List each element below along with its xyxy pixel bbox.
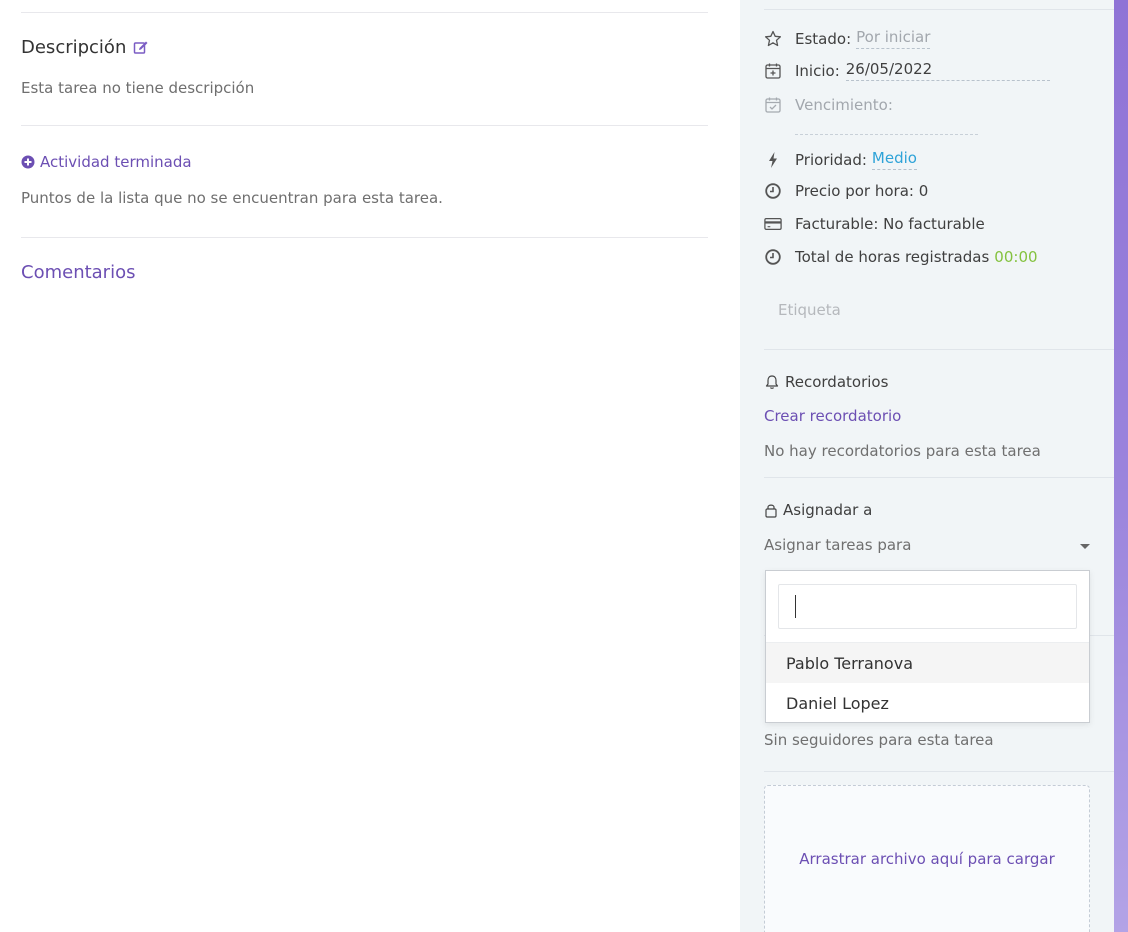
no-followers-text: Sin seguidores para esta tarea [764, 731, 994, 749]
reminders-heading: Recordatorios [764, 373, 888, 391]
description-text: Esta tarea no tiene descripción [21, 79, 255, 97]
status-row: Estado: Por iniciar [764, 28, 931, 49]
hourly-rate-text: Precio por hora: 0 [795, 182, 929, 200]
credit-card-icon [764, 215, 782, 233]
reminders-title: Recordatorios [785, 373, 889, 391]
due-label[interactable]: Vencimiento: [795, 96, 978, 135]
no-reminders-text: No hay recordatorios para esta tarea [764, 442, 1041, 460]
divider [21, 237, 708, 238]
text-cursor [795, 595, 796, 618]
billable-row: Facturable: No facturable [764, 215, 985, 233]
assign-heading: Asignadar a [764, 501, 872, 519]
task-main-panel: Descripción Esta tarea no tiene descripc… [0, 0, 740, 932]
divider [764, 771, 1114, 772]
total-hours-row: Total de horas registradas 00:00 [764, 248, 1038, 266]
lock-icon [764, 502, 778, 518]
divider [764, 477, 1114, 478]
assign-title: Asignadar a [783, 501, 873, 519]
divider [21, 12, 708, 13]
assignee-select-placeholder: Asignar tareas para [764, 536, 912, 554]
clock-icon [764, 182, 782, 200]
create-reminder-link[interactable]: Crear recordatorio [764, 407, 901, 425]
assignee-select[interactable]: Asignar tareas para [764, 536, 1090, 558]
star-icon [764, 30, 782, 48]
priority-label: Prioridad: [795, 150, 867, 169]
divider [764, 349, 1114, 350]
billable-text: Facturable: No facturable [795, 215, 985, 233]
dropdown-option[interactable]: Pablo Terranova [766, 643, 1089, 683]
description-heading: Descripción [21, 37, 149, 58]
calendar-check-icon [764, 96, 782, 114]
comments-link[interactable]: Comentarios [21, 262, 135, 283]
file-dropzone[interactable]: Arrastrar archivo aquí para cargar [764, 785, 1090, 932]
status-label: Estado: [795, 29, 852, 48]
activity-toggle[interactable]: Actividad terminada [21, 153, 192, 171]
clock-icon [764, 248, 782, 266]
plus-circle-icon [21, 155, 35, 169]
activity-title: Actividad terminada [40, 153, 192, 171]
description-title: Descripción [21, 37, 127, 58]
task-sidebar: Estado: Por iniciar Inicio: 26/05/2022 V… [740, 0, 1114, 932]
assignee-dropdown: Pablo Terranova Daniel Lopez [765, 570, 1090, 723]
tag-input[interactable]: Etiqueta [778, 301, 841, 319]
calendar-plus-icon [764, 62, 782, 80]
dropzone-text: Arrastrar archivo aquí para cargar [799, 850, 1055, 868]
due-date-row: Vencimiento: [764, 96, 978, 135]
caret-down-icon [1080, 544, 1090, 549]
sidebar-edge [1114, 0, 1128, 932]
activity-text: Puntos de la lista que no se encuentran … [21, 189, 443, 207]
divider [764, 9, 1114, 10]
dropdown-search-input[interactable] [778, 584, 1077, 629]
bolt-icon [764, 151, 782, 169]
total-hours-value: 00:00 [994, 248, 1038, 266]
divider [21, 125, 708, 126]
priority-row: Prioridad: Medio [764, 149, 917, 170]
dropdown-option[interactable]: Daniel Lopez [766, 683, 1089, 723]
bell-icon [764, 374, 780, 390]
edit-icon[interactable] [133, 40, 149, 56]
start-label: Inicio: [795, 61, 840, 80]
status-value[interactable]: Por iniciar [856, 28, 931, 49]
start-value[interactable]: 26/05/2022 [845, 60, 1050, 81]
hourly-rate-row: Precio por hora: 0 [764, 182, 928, 200]
priority-value[interactable]: Medio [871, 149, 917, 170]
start-date-row: Inicio: 26/05/2022 [764, 60, 1050, 81]
total-hours-label: Total de horas registradas [795, 248, 990, 266]
